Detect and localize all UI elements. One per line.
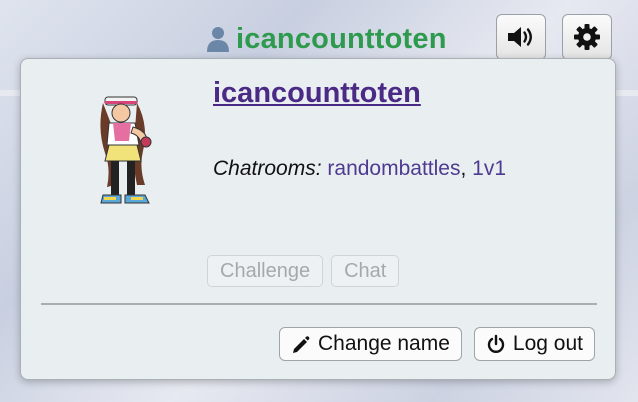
change-name-button[interactable]: Change name <box>278 327 462 361</box>
divider <box>41 303 597 305</box>
action-buttons: Challenge Chat <box>207 255 400 287</box>
gear-icon <box>574 24 600 50</box>
sound-button[interactable] <box>496 14 546 60</box>
trainer-avatar <box>100 96 152 204</box>
logout-label: Log out <box>512 332 583 355</box>
top-username-text: icancounttoten <box>236 22 447 55</box>
room-separator: , <box>460 157 473 180</box>
account-buttons: Change name Log out <box>278 327 595 361</box>
user-popup: icancounttoten Chatrooms: randombattles,… <box>20 58 616 380</box>
person-icon <box>207 27 229 52</box>
chatrooms-line: Chatrooms: randombattles, 1v1 <box>213 157 506 181</box>
profile-name-link[interactable]: icancounttoten <box>213 77 421 110</box>
room-link-1v1[interactable]: 1v1 <box>472 157 506 180</box>
power-icon <box>487 334 505 353</box>
speaker-icon <box>508 27 532 47</box>
pencil-icon <box>292 336 310 353</box>
change-name-label: Change name <box>317 332 450 355</box>
challenge-button[interactable]: Challenge <box>207 255 324 287</box>
logout-button[interactable]: Log out <box>473 327 595 361</box>
settings-button[interactable] <box>562 14 612 60</box>
chat-button[interactable]: Chat <box>331 255 400 287</box>
chatrooms-label: Chatrooms: <box>213 157 322 180</box>
room-link-randombattles[interactable]: randombattles <box>327 157 460 180</box>
top-user-bar: icancounttoten <box>0 14 638 64</box>
top-username[interactable]: icancounttoten <box>206 22 447 55</box>
